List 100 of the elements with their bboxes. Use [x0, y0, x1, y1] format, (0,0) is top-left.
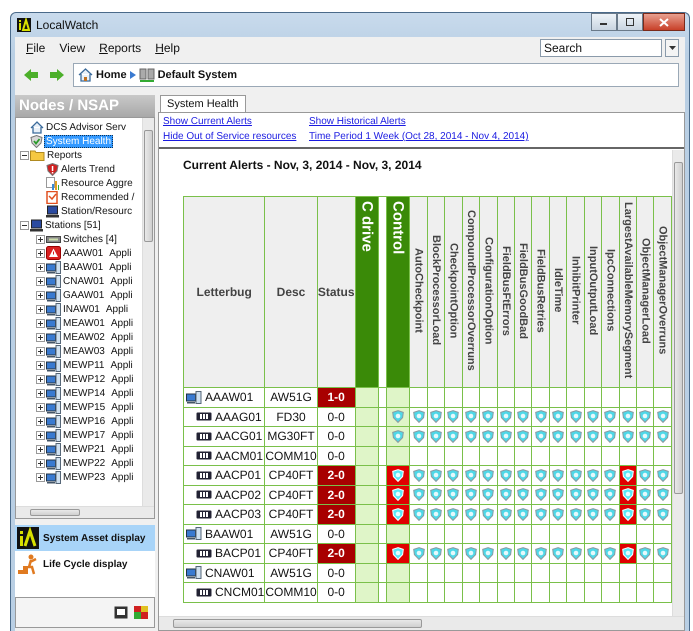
tree-item[interactable]: MEWP16	[62, 416, 106, 426]
tab[interactable]: System Health	[160, 95, 246, 112]
expander-icon[interactable]	[36, 276, 45, 286]
tree-item[interactable]: Switches [4]	[62, 234, 118, 244]
menu-item[interactable]: File	[21, 41, 54, 55]
column-header: AutoCheckpoint	[412, 248, 425, 333]
expander-icon[interactable]	[36, 234, 45, 244]
tree-item-description: Appli	[110, 318, 134, 328]
shield-icon	[604, 508, 616, 521]
maximize-button[interactable]	[617, 13, 643, 31]
menu-item[interactable]: View	[54, 41, 94, 55]
tree-item[interactable]: Station/Resourc	[60, 206, 134, 216]
tree-item[interactable]: BAAW01	[62, 262, 104, 272]
tree-item[interactable]: MEWP14	[62, 388, 106, 398]
expander-icon[interactable]	[36, 318, 45, 328]
tree-item[interactable]: MEWP12	[62, 374, 106, 384]
workstation-icon	[46, 400, 61, 414]
column-header: Status	[318, 285, 354, 299]
tree-item[interactable]: Stations [51]	[44, 220, 102, 230]
shield-icon	[570, 430, 582, 443]
search-field[interactable]: Search	[540, 39, 662, 57]
expander-icon[interactable]	[36, 332, 45, 342]
expander-icon[interactable]	[36, 262, 45, 272]
link[interactable]: Hide Out of Service resources	[163, 131, 309, 142]
shield-icon	[639, 508, 652, 521]
expander-icon[interactable]	[36, 472, 45, 482]
tree-item[interactable]: MEWP17	[62, 430, 106, 440]
tree-item[interactable]: AAAW01	[62, 248, 104, 258]
display-item[interactable]: System Asset display	[15, 525, 155, 551]
color-grid-icon[interactable]	[134, 606, 148, 619]
expander-icon[interactable]	[36, 374, 45, 384]
expander-icon[interactable]	[36, 346, 45, 356]
horizontal-scrollbar[interactable]	[16, 506, 154, 518]
link[interactable]: Show Current Alerts	[163, 116, 309, 127]
tree-item[interactable]: MEWP23	[62, 472, 106, 482]
breadcrumb-item[interactable]: Default System	[158, 69, 238, 81]
shield-icon	[570, 410, 582, 424]
expander-icon[interactable]	[36, 402, 45, 412]
tree-item[interactable]: INAW01	[62, 304, 101, 314]
breadcrumb-item[interactable]: Home	[96, 69, 127, 81]
forward-arrow-icon	[49, 68, 65, 82]
shield-icon	[464, 488, 477, 502]
tree-item[interactable]: MEWP21	[62, 444, 106, 454]
shield-icon	[552, 488, 564, 502]
expander-icon[interactable]	[20, 220, 29, 230]
dropdown-button[interactable]	[665, 39, 679, 57]
tree-item[interactable]: MEWP22	[62, 458, 106, 468]
shield-icon	[656, 430, 669, 443]
window-title: LocalWatch	[36, 18, 98, 32]
link[interactable]: Show Historical Alerts	[309, 116, 680, 127]
expander-icon[interactable]	[36, 458, 45, 468]
shield-icon	[604, 468, 616, 482]
tree-item[interactable]: MEAW03	[62, 346, 106, 356]
tree-item-description: Appli	[111, 402, 134, 412]
tree-item[interactable]: Alerts Trend	[60, 164, 116, 174]
vertical-scrollbar[interactable]	[672, 150, 684, 616]
tree-item[interactable]: MEWP11	[62, 360, 106, 370]
tree-item[interactable]: GAAW01	[62, 290, 106, 300]
column-header: ObjectManagerLoad	[639, 238, 652, 344]
tree-item[interactable]: Recommended /	[60, 192, 136, 202]
shield-icon	[430, 488, 442, 502]
expander-icon[interactable]	[36, 416, 45, 426]
shield-icon	[430, 508, 442, 521]
tree-item[interactable]: DCS Advisor Serv	[45, 122, 128, 132]
shield-icon	[622, 468, 634, 482]
expander-icon[interactable]	[36, 248, 45, 258]
vertical-scrollbar[interactable]	[142, 118, 154, 506]
shield-icon	[517, 410, 530, 424]
shield-icon	[517, 546, 530, 560]
expander-icon[interactable]	[36, 388, 45, 398]
horizontal-scrollbar[interactable]	[159, 616, 684, 630]
tree-item[interactable]: MEAW01	[62, 318, 106, 328]
table-cell: AW51G	[270, 390, 312, 404]
column-header: Letterbug	[196, 285, 252, 299]
monitor-icon	[46, 204, 59, 218]
shield-icon	[534, 430, 547, 443]
address-bar[interactable]: Home Default System	[73, 63, 679, 87]
expander-icon[interactable]	[36, 304, 45, 314]
shield-icon	[430, 546, 442, 560]
expander-icon[interactable]	[36, 444, 45, 454]
expander-icon[interactable]	[36, 290, 45, 300]
tree-item[interactable]: Reports	[46, 150, 84, 160]
shield-icon	[447, 410, 460, 424]
display-item[interactable]: Life Cycle display	[15, 551, 155, 577]
tree-item[interactable]: MEWP15	[62, 402, 106, 412]
expander-icon[interactable]	[20, 150, 29, 160]
tree-item[interactable]: Resource Aggre	[60, 178, 134, 188]
report-title: Current Alerts - Nov, 3, 2014 - Nov, 3, 2014	[183, 157, 423, 174]
column-header: InhibitPrinter	[570, 256, 582, 325]
menu-item[interactable]: Help	[150, 41, 189, 55]
expander-icon[interactable]	[36, 430, 45, 440]
close-button[interactable]	[643, 13, 685, 31]
menu-item[interactable]: Reports	[94, 41, 150, 55]
link[interactable]: Time Period 1 Week (Oct 28, 2014 - Nov 4, 2014)	[309, 131, 680, 142]
tree-item[interactable]: CNAW01	[62, 276, 106, 286]
tree-item[interactable]: MEAW02	[62, 332, 106, 342]
expander-icon[interactable]	[36, 360, 45, 370]
shield-icon	[447, 488, 460, 502]
minimize-button[interactable]	[591, 13, 617, 31]
monitor-icon	[30, 218, 43, 232]
